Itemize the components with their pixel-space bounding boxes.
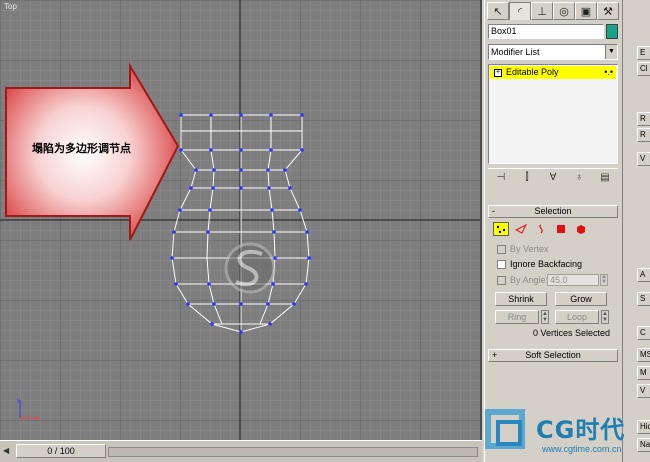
configure-sets-icon[interactable]: ▤ <box>597 171 613 185</box>
tab-modify-icon[interactable]: ◜ <box>509 2 531 20</box>
tab-display-icon[interactable]: ▣ <box>575 2 597 20</box>
logo-url: www.cgtime.com.cn <box>542 444 622 454</box>
modifier-list-dropdown[interactable]: Modifier List ▼ <box>488 44 618 60</box>
polygon-mode-icon[interactable] <box>553 222 569 236</box>
side-button-9[interactable]: MS <box>637 348 650 362</box>
command-tabs: ↖ ◜ ⊥ ◎ ▣ ⚒ <box>487 2 621 20</box>
ignore-backfacing-label: Ignore Backfacing <box>510 259 583 269</box>
command-panel: ↖ ◜ ⊥ ◎ ▣ ⚒ Box01 Modifier List ▼ + Edit… <box>484 0 622 462</box>
vertex-mode-icon[interactable] <box>493 222 509 236</box>
tab-hierarchy-icon[interactable]: ⊥ <box>531 2 553 20</box>
soft-selection-rollout-header[interactable]: + Soft Selection <box>488 349 618 362</box>
expand-plus-icon: + <box>492 350 498 360</box>
by-angle-label: By Angle: <box>510 275 549 285</box>
collapse-minus-icon: - <box>492 206 495 216</box>
tab-utilities-icon[interactable]: ⚒ <box>597 2 619 20</box>
logo-text: CG时代 <box>536 416 626 444</box>
ring-button[interactable]: Ring <box>495 310 539 324</box>
by-angle-option[interactable]: By Angle: <box>497 275 548 285</box>
side-button-4[interactable]: R <box>637 128 650 142</box>
timeline: ◀ 0 / 100 ▶ <box>0 440 482 462</box>
stack-item-label: Editable Poly <box>506 67 559 77</box>
loop-spinner[interactable]: ▲ ▼ <box>601 310 609 324</box>
object-name-field[interactable]: Box01 <box>488 24 604 39</box>
svg-text:x: x <box>36 416 39 422</box>
viewport-label[interactable]: Top <box>4 2 17 11</box>
element-mode-icon[interactable] <box>573 222 589 236</box>
selection-status: 0 Vertices Selected <box>533 328 611 338</box>
side-button-11[interactable]: V <box>637 384 650 398</box>
object-color-swatch[interactable] <box>606 24 618 39</box>
tab-motion-icon[interactable]: ◎ <box>553 2 575 20</box>
ring-spinner[interactable]: ▲ ▼ <box>541 310 549 324</box>
side-button-5[interactable]: V <box>637 152 650 166</box>
grow-button[interactable]: Grow <box>555 292 607 306</box>
side-button-3[interactable]: R <box>637 112 650 126</box>
time-slider[interactable]: 0 / 100 <box>16 444 106 458</box>
stack-item-editable-poly[interactable]: + Editable Poly •.• <box>490 66 616 79</box>
tab-create-icon[interactable]: ↖ <box>487 2 509 20</box>
by-vertex-checkbox[interactable] <box>497 244 506 254</box>
chevron-down-icon[interactable]: ▼ <box>605 45 617 59</box>
annotation-text: 塌陷为多边形调节点 <box>32 142 131 155</box>
side-button-6[interactable]: A <box>637 268 650 282</box>
viewport-top[interactable]: x y Top 塌陷为多边形调节点 <box>0 0 482 440</box>
time-track[interactable] <box>108 447 478 457</box>
side-button-1[interactable]: E <box>637 46 650 60</box>
angle-input[interactable]: 45.0 <box>547 274 599 286</box>
modifier-stack[interactable]: + Editable Poly •.• <box>488 64 618 164</box>
remove-modifier-icon[interactable]: ♁ <box>571 171 587 185</box>
side-button-7[interactable]: S <box>637 292 650 306</box>
edge-mode-icon[interactable] <box>513 222 529 236</box>
watermark-logo <box>224 242 276 294</box>
secondary-panel: E Cl R R V A S C MS M V Hid Na <box>622 0 650 462</box>
expand-plus-icon[interactable]: + <box>494 69 502 77</box>
cgtime-logo-icon <box>485 409 525 449</box>
by-vertex-label: By Vertex <box>510 244 549 254</box>
time-prev-icon[interactable]: ◀ <box>3 446 9 455</box>
side-button-2[interactable]: Cl <box>637 62 650 76</box>
shrink-button[interactable]: Shrink <box>495 292 547 306</box>
stack-toolbar: ⊣ ⫿ ∀ ♁ ▤ <box>488 168 618 186</box>
angle-spinner[interactable]: ▲ ▼ <box>600 274 608 286</box>
subobject-level-icons <box>493 222 589 236</box>
selection-rollout-header[interactable]: - Selection <box>488 205 618 218</box>
ignore-backfacing-checkbox[interactable] <box>497 259 506 269</box>
by-angle-checkbox[interactable] <box>497 275 506 285</box>
make-unique-icon[interactable]: ∀ <box>545 171 561 185</box>
show-end-result-icon[interactable]: ⫿ <box>519 171 535 185</box>
by-vertex-option[interactable]: By Vertex <box>497 244 549 254</box>
cgtime-logo: CG时代 www.cgtime.com.cn <box>480 404 650 462</box>
viewport-grid: x y <box>0 0 480 440</box>
pin-stack-icon[interactable]: ⊣ <box>493 171 509 185</box>
subobject-dots-icon: •.• <box>604 67 613 77</box>
side-button-8[interactable]: C <box>637 326 650 340</box>
ignore-backfacing-option[interactable]: Ignore Backfacing <box>497 259 582 269</box>
loop-button[interactable]: Loop <box>555 310 599 324</box>
border-mode-icon[interactable] <box>533 222 549 236</box>
soft-selection-title: Soft Selection <box>525 350 581 360</box>
side-button-10[interactable]: M <box>637 366 650 380</box>
selection-rollout-title: Selection <box>534 206 572 216</box>
modifier-list-label: Modifier List <box>491 47 540 57</box>
svg-text:y: y <box>17 398 20 404</box>
